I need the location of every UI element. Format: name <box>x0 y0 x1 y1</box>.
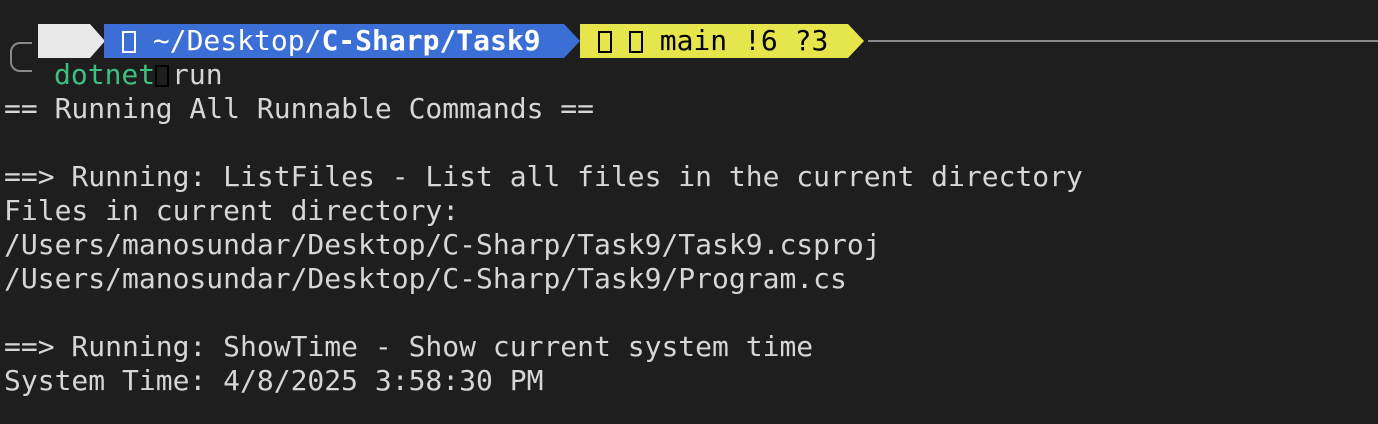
segment-separator <box>848 24 864 58</box>
branch-icon <box>628 31 643 53</box>
output-line: System Time: 4/8/2025 3:58:30 PM <box>4 364 544 397</box>
prompt-git-segment: main !6 ?3 <box>580 24 848 58</box>
path-bold: C-Sharp/Task9 <box>321 24 541 57</box>
output-line: Files in current directory: <box>4 194 460 227</box>
segment-separator <box>564 24 580 58</box>
prompt-rule <box>868 40 1378 42</box>
command-exe: dotnet <box>54 58 156 91</box>
prompt-dir-segment: ~/Desktop/C-Sharp/Task9 <box>104 24 564 58</box>
home-folder-icon <box>122 31 136 53</box>
prompt-corner <box>10 42 32 72</box>
output-line: == Running All Runnable Commands == <box>4 92 595 125</box>
output-line: ==> Running: ShowTime - Show current sys… <box>4 330 814 363</box>
output-line: /Users/manosundar/Desktop/C-Sharp/Task9/… <box>4 228 881 261</box>
output-line: /Users/manosundar/Desktop/C-Sharp/Task9/… <box>4 262 847 295</box>
output-line: ==> Running: ListFiles - List all files … <box>4 160 1083 193</box>
prompt-bar: ~/Desktop/C-Sharp/Task9 main !6 ?3 <box>0 24 1378 87</box>
path-prefix: ~/Desktop/ <box>152 24 322 57</box>
command-args: run <box>172 58 223 91</box>
command-line[interactable]: dotnet run <box>54 58 223 92</box>
segment-separator <box>90 24 105 58</box>
git-icon <box>598 31 612 53</box>
prompt-os-segment <box>38 24 170 87</box>
git-status: !6 ?3 <box>744 24 829 57</box>
git-branch: main <box>659 24 728 57</box>
